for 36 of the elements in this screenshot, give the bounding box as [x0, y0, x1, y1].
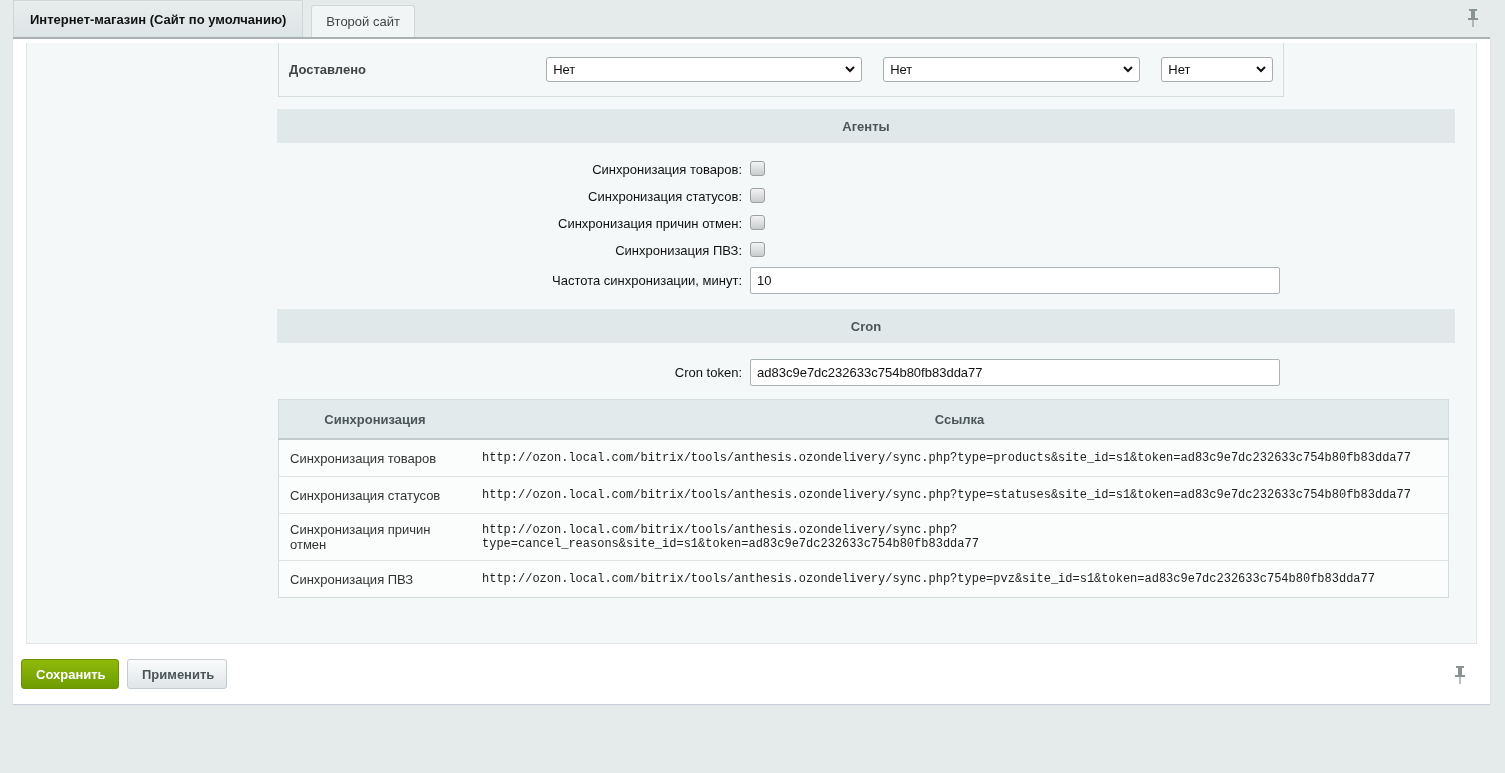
input-field[interactable]: 10 — [750, 267, 1280, 294]
checkbox[interactable] — [750, 214, 765, 230]
field-label: Синхронизация причин отмен: — [557, 216, 742, 231]
checkbox[interactable] — [750, 187, 765, 203]
field-label: Cron token: — [673, 365, 742, 380]
url-cell: http://ozon.local.com/bitrix/tools/anthesis.ozondelivery/sync.php?type=cancel_reasons&site_id=s1&token=ad83c9e7dc232633c754b80fb83dda77 — [471, 513, 1449, 561]
section-heading: Агенты — [277, 109, 1455, 143]
table-cell: Синхронизация товаров — [278, 439, 471, 477]
field-label: Частота синхронизации, минут: — [551, 273, 742, 288]
checkbox[interactable] — [750, 241, 765, 257]
chevron-down-icon — [1123, 66, 1134, 73]
tab[interactable]: Второй сайт — [311, 5, 415, 37]
pin-icon[interactable] — [1468, 9, 1478, 27]
tab[interactable]: Интернет-магазин (Сайт по умолчанию) — [13, 0, 304, 37]
pin-icon[interactable] — [1455, 666, 1465, 684]
url-cell: http://ozon.local.com/bitrix/tools/anthesis.ozondelivery/sync.php?type=products&site_id=s1&token=ad83c9e7dc232633c754b80fb83dda77 — [471, 439, 1449, 477]
field-label: Синхронизация статусов: — [587, 189, 742, 204]
table-cell: Синхронизация причин отмен — [278, 513, 471, 561]
column-header: Синхронизация — [278, 399, 471, 439]
table-cell: Синхронизация ПВЗ — [278, 560, 471, 598]
checkbox[interactable] — [750, 160, 765, 176]
apply-button[interactable]: Применить — [127, 659, 227, 689]
column-header: Ссылка — [471, 399, 1449, 439]
chevron-down-icon — [1256, 66, 1266, 73]
field-label: Синхронизация ПВЗ: — [614, 243, 742, 258]
field-label: Доставлено — [289, 62, 367, 77]
dropdown[interactable]: Нет — [546, 57, 863, 82]
input-field[interactable]: ad83c9e7dc232633c754b80fb83dda77 — [750, 359, 1280, 386]
dropdown[interactable]: Нет — [883, 57, 1141, 82]
chevron-down-icon — [845, 66, 856, 73]
section-heading: Cron — [277, 309, 1455, 343]
field-label: Синхронизация товаров: — [591, 162, 742, 177]
url-cell: http://ozon.local.com/bitrix/tools/anthesis.ozondelivery/sync.php?type=statuses&site_id=s1&token=ad83c9e7dc232633c754b80fb83dda77 — [471, 476, 1449, 514]
url-cell: http://ozon.local.com/bitrix/tools/anthesis.ozondelivery/sync.php?type=pvz&site_id=s1&token=ad83c9e7dc232633c754b80fb83dda77 — [471, 560, 1449, 598]
dropdown[interactable]: Нет — [1161, 57, 1273, 82]
table-cell: Синхронизация статусов — [278, 476, 471, 514]
